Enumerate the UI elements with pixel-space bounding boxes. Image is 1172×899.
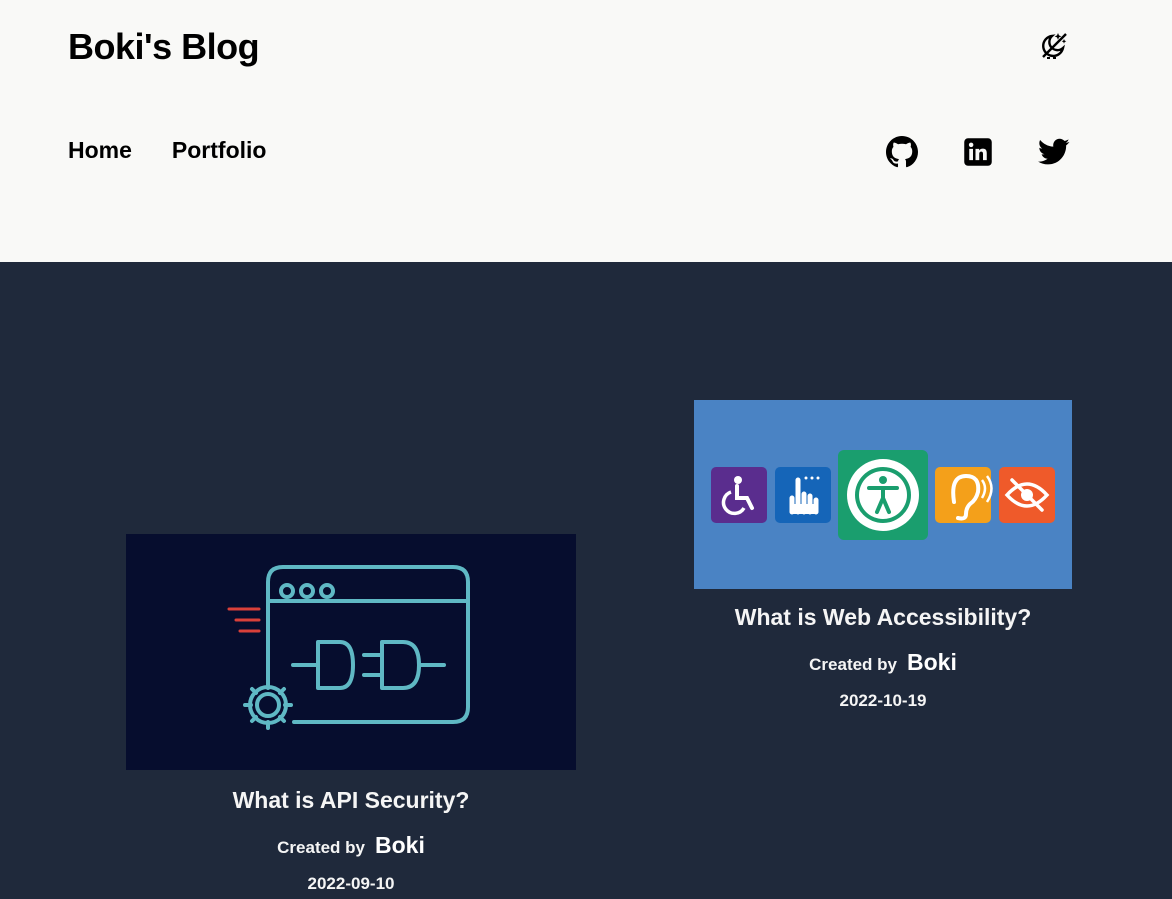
post-byline: Created by Boki xyxy=(694,649,1072,676)
post-thumbnail-api-security[interactable] xyxy=(126,534,576,770)
github-icon xyxy=(886,136,918,168)
post-thumbnail-web-accessibility[interactable] xyxy=(694,400,1072,589)
post-title[interactable]: What is API Security? xyxy=(126,787,576,814)
accessibility-icons xyxy=(694,400,1072,589)
wheelchair-icon xyxy=(711,467,767,523)
api-plug-icon xyxy=(126,534,576,770)
linkedin-link[interactable] xyxy=(960,134,996,170)
universal-access-icon xyxy=(838,450,928,540)
post-date: 2022-09-10 xyxy=(307,874,395,893)
post-author: Boki xyxy=(907,649,957,675)
post-date: 2022-10-19 xyxy=(839,691,927,710)
post-byline: Created by Boki xyxy=(126,832,576,859)
created-by-label: Created by xyxy=(277,838,366,857)
twitter-link[interactable] xyxy=(1036,134,1072,170)
nav-home-link[interactable]: Home xyxy=(68,137,132,164)
site-title[interactable]: Boki's Blog xyxy=(68,26,260,68)
pointer-hand-icon xyxy=(775,467,831,523)
theme-toggle-button[interactable] xyxy=(1037,28,1071,62)
low-vision-icon xyxy=(999,467,1055,523)
post-card-web-accessibility: What is Web Accessibility? Created by Bo… xyxy=(694,400,1072,711)
post-title[interactable]: What is Web Accessibility? xyxy=(694,604,1072,631)
moon-stars-crossed-icon xyxy=(1042,33,1067,59)
posts-section: What is API Security? Created by Boki 20… xyxy=(0,262,1172,899)
site-header: Boki's Blog Home Portfolio xyxy=(0,0,1172,262)
github-link[interactable] xyxy=(884,134,920,170)
nav-portfolio-link[interactable]: Portfolio xyxy=(172,137,267,164)
post-author: Boki xyxy=(375,832,425,858)
main-nav: Home Portfolio xyxy=(68,137,266,164)
linkedin-icon xyxy=(964,138,992,166)
twitter-icon xyxy=(1038,138,1070,165)
social-links xyxy=(884,134,1072,170)
post-card-api-security: What is API Security? Created by Boki 20… xyxy=(126,534,576,894)
created-by-label: Created by xyxy=(809,655,898,674)
hearing-icon xyxy=(935,467,993,523)
